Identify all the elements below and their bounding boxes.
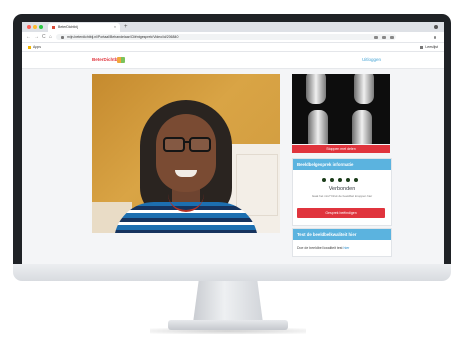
shared-xray-image <box>292 74 390 144</box>
status-dot-2 <box>330 178 334 182</box>
quality-test-card: Test de beeldbelkwaliteit hier Doe de be… <box>292 228 392 257</box>
quality-test-link[interactable]: hier <box>344 246 350 250</box>
url-field[interactable]: mijn.beterdichtbij.nl/Portaal/Behandelaa… <box>56 34 396 40</box>
tab-close-icon[interactable]: × <box>114 23 116 32</box>
femur-right <box>354 74 374 104</box>
favicon-icon <box>52 26 55 29</box>
status-dot-1 <box>322 178 326 182</box>
lock-icon <box>61 35 64 39</box>
monitor-stand-foot <box>168 320 288 330</box>
call-info-title: Beeldbelgesprek informatie <box>293 159 391 170</box>
bookmark-apps[interactable]: Apps <box>33 45 41 49</box>
bookmark-star-icon[interactable] <box>390 36 394 39</box>
home-icon[interactable]: ⌂ <box>49 32 52 42</box>
profile-icon[interactable] <box>434 25 438 29</box>
monitor-chin <box>13 264 451 281</box>
apps-icon <box>28 45 31 49</box>
status-dot-4 <box>346 178 350 182</box>
reload-icon[interactable]: C <box>42 32 46 42</box>
call-info-card: Beeldbelgesprek informatie Verbonden Gaa… <box>292 158 392 226</box>
back-icon[interactable]: ← <box>26 32 31 42</box>
person-face <box>156 114 216 192</box>
end-call-button[interactable]: Gesprek beëindigen <box>297 208 385 218</box>
url-text: mijn.beterdichtbij.nl/Portaal/Behandelaa… <box>67 35 179 39</box>
maximize-window-button[interactable] <box>39 25 43 29</box>
door-panel <box>236 154 278 216</box>
tibia-right <box>352 110 372 144</box>
stop-sharing-button[interactable]: Stoppen met delen <box>292 145 390 153</box>
browser-tab-bar: BeterDichtbij × + <box>22 22 444 32</box>
logo-mark-icon <box>117 57 125 63</box>
site-logo[interactable]: BeterDichtbij <box>92 57 120 63</box>
address-bar-row: ← → C ⌂ mijn.beterdichtbij.nl/Portaal/Be… <box>22 32 444 43</box>
tibia-left <box>308 110 328 144</box>
person-smile <box>175 170 197 177</box>
glasses-right-lens <box>189 137 211 152</box>
logout-link[interactable]: Uitloggen <box>362 57 381 63</box>
reading-list[interactable]: Leeslijst <box>420 43 438 51</box>
forward-icon[interactable]: → <box>34 32 39 42</box>
quality-test-title: Test de beeldbelkwaliteit hier <box>293 229 391 240</box>
femur-left <box>306 74 326 104</box>
key-icon[interactable] <box>374 36 378 39</box>
menu-icon[interactable] <box>434 36 436 39</box>
bookmarks-bar: Apps Leeslijst <box>22 43 444 52</box>
status-dot-3 <box>338 178 342 182</box>
call-help-text: Gaat het mis? Druk de beeldbel knoppen h… <box>311 194 373 198</box>
status-dot-5 <box>354 178 358 182</box>
video-feed <box>92 74 280 233</box>
site-header: BeterDichtbij Uitloggen <box>22 52 444 69</box>
zoom-icon[interactable] <box>382 36 386 39</box>
new-tab-button[interactable]: + <box>124 22 128 32</box>
tab-title: BeterDichtbij <box>58 25 78 29</box>
quality-test-text: Doe de beeldbel kwaliteit test <box>297 246 343 250</box>
close-window-button[interactable] <box>27 25 31 29</box>
reading-list-label: Leeslijst <box>425 45 438 49</box>
reading-list-icon <box>420 45 424 49</box>
glasses-left-lens <box>163 137 185 152</box>
browser-tab[interactable]: BeterDichtbij × <box>48 23 120 32</box>
connection-status: Verbonden <box>328 186 356 192</box>
quality-test-prompt: Doe de beeldbel kwaliteit test hier <box>297 245 349 251</box>
minimize-window-button[interactable] <box>33 25 37 29</box>
screen: BeterDichtbij × + ← → C ⌂ mijn.beterdich… <box>22 22 444 264</box>
monitor-stand-neck <box>193 281 263 323</box>
